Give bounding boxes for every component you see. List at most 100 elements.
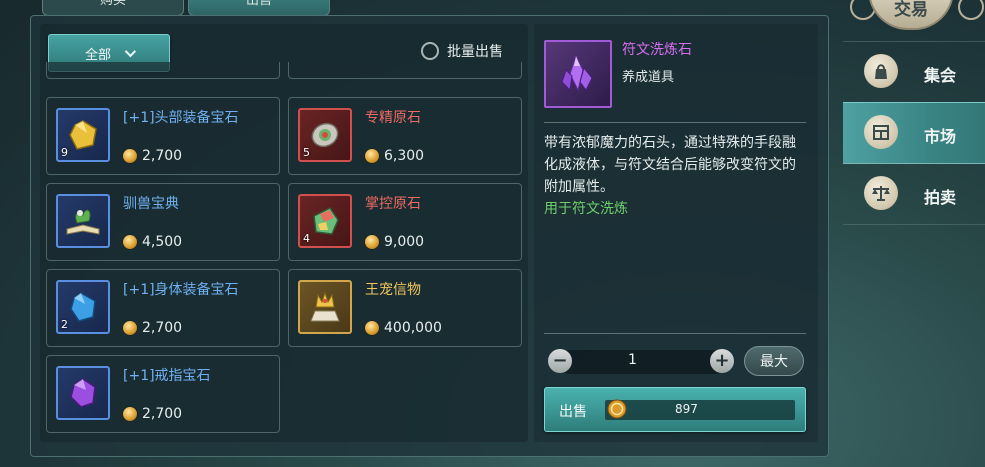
item-name: 专精原石: [365, 110, 421, 126]
bag-icon: [875, 64, 887, 79]
item-name: [+1]身体装备宝石: [123, 282, 239, 298]
coin-icon: [123, 321, 137, 335]
decrease-button[interactable]: −: [548, 349, 572, 373]
list-item[interactable]: 驯兽宝典 4,500: [46, 183, 280, 261]
divider: [544, 122, 806, 123]
tab-sell-label: 出售: [245, 0, 272, 8]
item-quantity: 5: [303, 146, 310, 159]
category-filter-label: 全部: [84, 47, 111, 63]
nav-icon-badge: [864, 115, 898, 149]
nav-title-emblem: 交易: [868, 0, 954, 30]
quantity-stepper: − 1 + 最大: [544, 346, 806, 376]
blue-gem-icon: [70, 292, 96, 322]
item-price-value: 4,500: [142, 234, 183, 250]
item-price-value: 9,000: [384, 234, 425, 250]
item-price-value: 2,700: [142, 406, 183, 422]
item-price: 6,300: [365, 148, 424, 164]
item-price-value: 2,700: [142, 148, 183, 164]
detail-item-type: 养成道具: [622, 70, 675, 85]
quantity-bar: [558, 350, 728, 374]
max-button[interactable]: 最大: [744, 346, 804, 376]
ornament-icon: [958, 0, 984, 20]
list-item[interactable]: 4 掌控原石 9,000: [288, 183, 522, 261]
coin-icon: [365, 149, 379, 163]
sell-price-bar: [605, 400, 795, 420]
chevron-down-icon: [124, 45, 137, 58]
list-item[interactable]: [+1]戒指宝石 2,700: [46, 355, 280, 433]
nav-item-gathering[interactable]: 集会: [843, 41, 985, 102]
list-item[interactable]: 2 [+1]身体装备宝石 2,700: [46, 269, 280, 347]
nav-item-label: 集会: [924, 66, 957, 85]
tab-buy-label: 购买: [99, 0, 126, 8]
quantity-value[interactable]: 1: [628, 352, 637, 368]
item-price: 2,700: [123, 406, 182, 422]
item-icon-frame: [56, 194, 110, 248]
tab-buy[interactable]: 购买: [42, 0, 184, 16]
yellow-gem-icon: [69, 120, 97, 150]
sell-button-label: 出售: [559, 404, 587, 420]
orb-stone-icon: [311, 122, 339, 148]
crown-token-icon: [310, 291, 340, 322]
item-name: 驯兽宝典: [123, 196, 179, 212]
item-icon-frame: [56, 366, 110, 420]
item-name: 王宠信物: [365, 282, 421, 298]
purple-gem-icon: [70, 378, 96, 408]
batch-sell-toggle[interactable]: 批量出售: [421, 41, 503, 61]
item-icon-frame: 5: [298, 108, 352, 162]
coin-icon: [123, 149, 137, 163]
nav-item-label: 拍卖: [924, 188, 957, 207]
nav-item-market[interactable]: 市场: [843, 102, 985, 164]
plus-icon: +: [714, 350, 730, 371]
batch-sell-radio[interactable]: [421, 42, 439, 60]
item-icon-frame: 2: [56, 280, 110, 334]
item-price: 2,700: [123, 320, 182, 336]
list-item[interactable]: 5 专精原石 6,300: [288, 97, 522, 175]
detail-description: 带有浓郁魔力的石头，通过特殊的手段融化成液体，与符文结合后能够改变符文的附加属性…: [544, 135, 796, 195]
crystal-stone-icon: [313, 207, 339, 235]
divider: [544, 333, 806, 334]
minus-icon: −: [552, 350, 568, 371]
item-quantity: 2: [61, 318, 68, 331]
item-name: 掌控原石: [365, 196, 421, 212]
coin-icon: [123, 235, 137, 249]
item-price: 4,500: [123, 234, 182, 250]
item-price-value: 400,000: [384, 320, 442, 336]
purple-crystal-icon: [561, 54, 593, 92]
item-price: 9,000: [365, 234, 424, 250]
item-price: 2,700: [123, 148, 182, 164]
detail-item-icon-frame: [544, 40, 612, 108]
tab-sell[interactable]: 出售: [188, 0, 330, 16]
market-icon: [873, 125, 889, 140]
detail-usage: 用于符文洗炼: [544, 201, 628, 217]
item-quantity: 9: [61, 146, 68, 159]
nav-item-auction[interactable]: 拍卖: [843, 163, 985, 224]
nav-icon-badge: [864, 54, 898, 88]
item-name: [+1]戒指宝石: [123, 368, 211, 384]
divider: [843, 224, 985, 225]
item-name: [+1]头部装备宝石: [123, 110, 239, 126]
item-icon-frame: [298, 280, 352, 334]
coin-icon: [607, 399, 627, 419]
list-item-partial[interactable]: [46, 62, 280, 79]
item-price-value: 2,700: [142, 320, 183, 336]
coin-icon: [365, 235, 379, 249]
scales-icon: [872, 186, 890, 201]
batch-sell-label: 批量出售: [447, 44, 503, 60]
coin-icon: [365, 321, 379, 335]
max-button-label: 最大: [760, 354, 788, 370]
item-icon-frame: 9: [56, 108, 110, 162]
item-quantity: 4: [303, 232, 310, 245]
open-book-icon: [66, 209, 100, 235]
increase-button[interactable]: +: [710, 349, 734, 373]
nav-icon-badge: [864, 176, 898, 210]
list-item[interactable]: 王宠信物 400,000: [288, 269, 522, 347]
detail-item-name: 符文洗炼石: [622, 42, 692, 58]
nav-item-label: 市场: [924, 127, 957, 146]
sell-amount: 897: [675, 402, 698, 416]
sell-button[interactable]: 出售 897: [544, 387, 806, 432]
item-price-value: 6,300: [384, 148, 425, 164]
list-item[interactable]: 9 [+1]头部装备宝石 2,700: [46, 97, 280, 175]
nav-title: 交易: [894, 0, 928, 20]
list-item-partial[interactable]: [288, 62, 522, 79]
coin-icon: [123, 407, 137, 421]
